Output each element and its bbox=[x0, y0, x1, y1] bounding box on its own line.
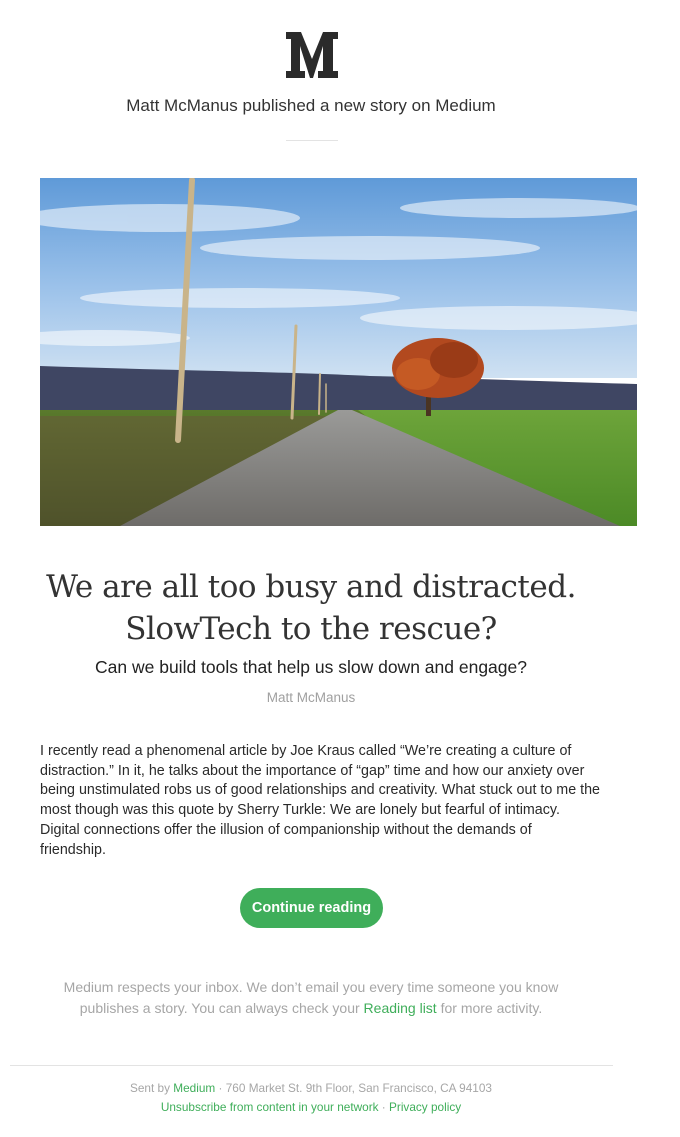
inbox-note-text-end: for more activity. bbox=[436, 1000, 543, 1016]
story-excerpt: I recently read a phenomenal article by … bbox=[40, 743, 601, 858]
story-hero-image[interactable] bbox=[40, 178, 637, 526]
footer-separator: · bbox=[378, 1100, 390, 1114]
medium-link[interactable]: Medium bbox=[173, 1081, 215, 1095]
story-author: Matt McManus bbox=[266, 690, 356, 705]
story-title[interactable]: We are all too busy and distracted. Slow… bbox=[40, 566, 582, 650]
continue-reading-button[interactable]: Continue reading bbox=[240, 888, 383, 928]
story-title-line-1: We are all too busy and distracted. bbox=[46, 569, 576, 605]
footer-links: Unsubscribe from content in your network… bbox=[0, 1098, 622, 1117]
reading-list-link[interactable]: Reading list bbox=[364, 1000, 437, 1016]
privacy-policy-link[interactable]: Privacy policy bbox=[389, 1100, 461, 1114]
story-title-line-2: SlowTech to the rescue? bbox=[125, 611, 497, 647]
footer-divider bbox=[10, 1065, 613, 1066]
inbox-note: Medium respects your inbox. We don’t ema… bbox=[40, 977, 582, 1019]
unsubscribe-link[interactable]: Unsubscribe from content in your network bbox=[161, 1100, 379, 1114]
sent-by-label: Sent by bbox=[130, 1081, 174, 1095]
sender-line: Sent by Medium · 760 Market St. 9th Floo… bbox=[0, 1079, 622, 1098]
medium-logo-mark bbox=[286, 32, 338, 78]
notification-headline: Matt McManus published a new story on Me… bbox=[126, 96, 496, 115]
header-divider bbox=[286, 140, 338, 141]
email-footer: Sent by Medium · 760 Market St. 9th Floo… bbox=[0, 1079, 622, 1117]
medium-logo[interactable] bbox=[286, 32, 338, 78]
story-subtitle: Can we build tools that help us slow dow… bbox=[95, 657, 527, 677]
sender-address: · 760 Market St. 9th Floor, San Francisc… bbox=[215, 1081, 492, 1095]
